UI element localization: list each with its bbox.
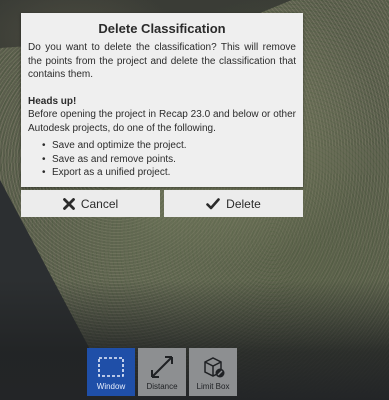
distance-tool[interactable]: Distance [138,348,186,396]
limit-box-tool[interactable]: Limit Box [189,348,237,396]
list-item: Save and optimize the project. [42,139,296,153]
dialog-body: Do you want to delete the classification… [21,41,303,180]
close-icon [62,197,75,210]
window-tool-label: Window [96,382,126,391]
window-selection-icon [97,352,125,382]
measure-distance-icon [148,352,176,382]
delete-label: Delete [226,196,261,211]
dialog-message: Do you want to delete the classification… [28,42,296,80]
dialog-title: Delete Classification [98,21,226,36]
distance-tool-label: Distance [146,382,178,391]
cancel-button[interactable]: Cancel [21,190,160,217]
selection-toolbar: Window Distance Limit Box [85,348,240,396]
delete-classification-dialog: Delete Classification Do you want to del… [21,13,303,187]
limit-box-tool-label: Limit Box [196,382,230,391]
heads-up-heading: Heads up! [28,95,77,107]
heads-up-note: Before opening the project in Recap 23.0… [28,109,296,134]
list-item: Export as a unified project. [42,166,296,180]
checkmark-icon [206,197,220,210]
options-list: Save and optimize the project. Save as a… [42,139,296,180]
limit-box-icon [199,352,227,382]
window-select-tool[interactable]: Window [87,348,135,396]
list-item: Save as and remove points. [42,153,296,167]
cancel-label: Cancel [80,196,119,211]
delete-button[interactable]: Delete [164,190,303,217]
